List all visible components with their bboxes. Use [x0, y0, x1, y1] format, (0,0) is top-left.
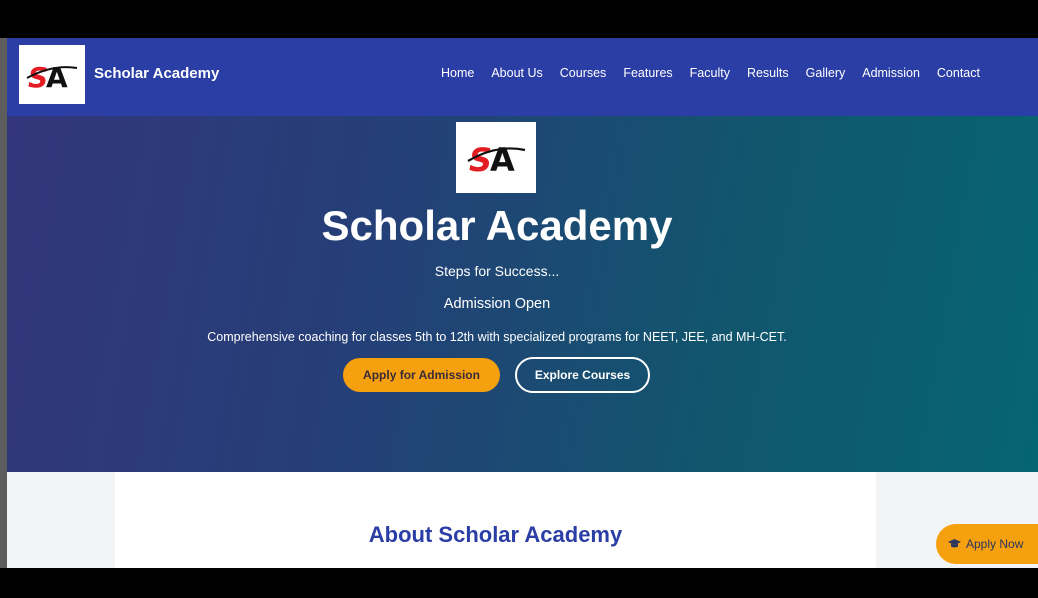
- hero-description: Comprehensive coaching for classes 5th t…: [207, 330, 787, 344]
- svg-text:A: A: [490, 141, 515, 178]
- nav-item-contact[interactable]: Contact: [937, 66, 980, 80]
- hero-section: S A Scholar Academy Steps for Success...…: [7, 116, 1038, 472]
- hero-tagline: Steps for Success...: [434, 263, 560, 279]
- about-section: About Scholar Academy: [115, 472, 876, 568]
- navbar: S A Scholar Academy Home About Us Course…: [7, 38, 1038, 116]
- website: S A Scholar Academy Home About Us Course…: [7, 38, 1038, 568]
- nav-menu: Home About Us Courses Features Faculty R…: [441, 66, 980, 80]
- nav-item-admission[interactable]: Admission: [862, 66, 920, 80]
- screenshot-frame: S A Scholar Academy Home About Us Course…: [0, 0, 1038, 598]
- apply-now-label: Apply Now: [966, 537, 1024, 551]
- brand-logo[interactable]: S A: [19, 45, 85, 104]
- nav-item-results[interactable]: Results: [747, 66, 789, 80]
- sa-logo-icon: S A: [467, 141, 526, 178]
- hero-logo: S A: [456, 122, 536, 193]
- hero-title: Scholar Academy: [321, 202, 673, 249]
- brand-name[interactable]: Scholar Academy: [94, 65, 219, 82]
- apply-now-floating-button[interactable]: Apply Now: [936, 524, 1038, 564]
- nav-item-home[interactable]: Home: [441, 66, 474, 80]
- nav-item-faculty[interactable]: Faculty: [690, 66, 730, 80]
- explore-courses-button[interactable]: Explore Courses: [515, 357, 650, 393]
- nav-item-gallery[interactable]: Gallery: [806, 66, 846, 80]
- nav-item-about-us[interactable]: About Us: [491, 66, 542, 80]
- sa-logo-icon: S A: [26, 61, 78, 92]
- about-title: About Scholar Academy: [368, 522, 623, 547]
- svg-text:A: A: [46, 61, 68, 92]
- nav-item-features[interactable]: Features: [623, 66, 672, 80]
- graduation-cap-icon: [948, 539, 961, 548]
- apply-for-admission-button[interactable]: Apply for Admission: [343, 358, 500, 392]
- hero-admission-text: Admission Open: [443, 296, 551, 312]
- left-border: [0, 38, 7, 568]
- nav-item-courses[interactable]: Courses: [560, 66, 607, 80]
